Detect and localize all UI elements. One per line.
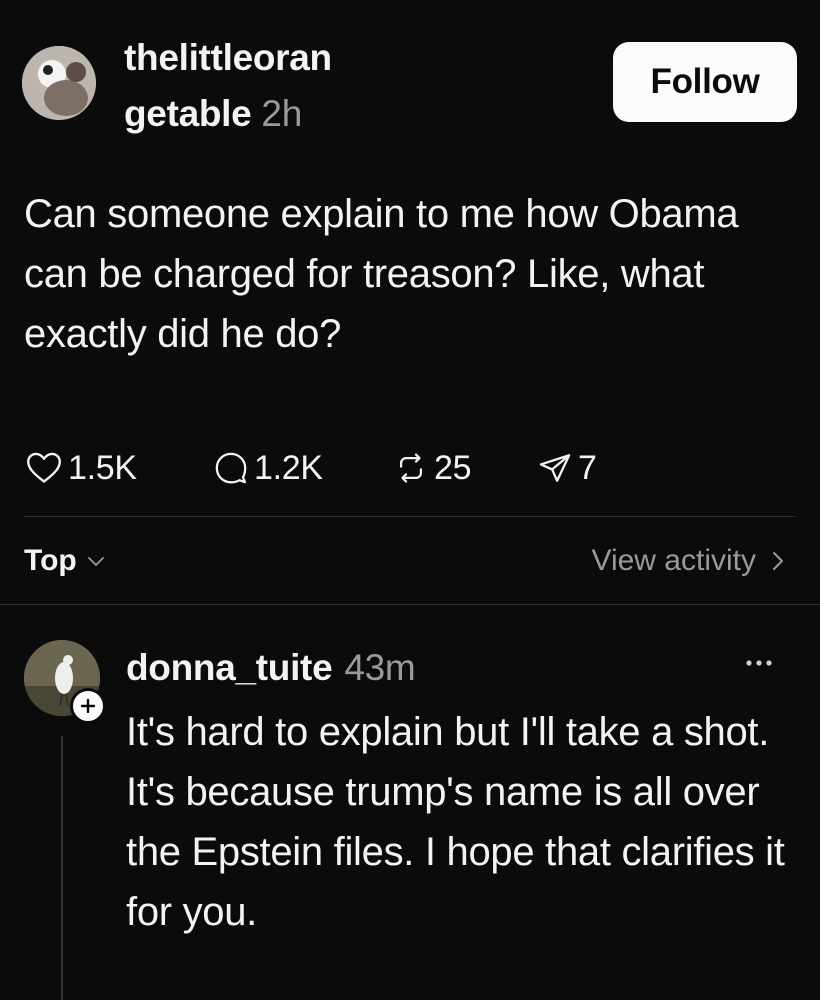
comment-count: 1.2K <box>254 448 323 487</box>
view-activity-label: View activity <box>591 544 756 577</box>
share-button[interactable]: 7 <box>538 438 597 498</box>
post-time: 2h <box>261 93 302 134</box>
follow-button[interactable]: Follow <box>613 42 797 122</box>
author-username[interactable]: thelittleoran getable 2h <box>124 30 454 142</box>
divider-actions <box>24 516 796 517</box>
plus-icon <box>80 698 96 714</box>
sort-label: Top <box>24 544 77 577</box>
follow-reply-author-button[interactable] <box>70 688 106 724</box>
reply-text: It's hard to explain but I'll take a sho… <box>126 710 785 934</box>
like-button[interactable]: 1.5K <box>26 438 137 498</box>
comment-icon <box>215 452 247 484</box>
divider-replies <box>0 604 820 605</box>
thread-line <box>61 736 63 1000</box>
heart-icon <box>27 452 61 483</box>
sort-dropdown[interactable]: Top <box>24 538 105 584</box>
author-username-line1: thelittleoran <box>124 37 332 78</box>
reply-header: donna_tuite 43m <box>126 640 416 696</box>
like-count: 1.5K <box>68 448 137 487</box>
more-button[interactable] <box>746 654 772 672</box>
author-username-line2: getable <box>124 93 252 134</box>
repost-count: 25 <box>434 448 472 487</box>
post-text: Can someone explain to me how Obama can … <box>24 192 739 356</box>
repost-button[interactable]: 25 <box>394 438 472 498</box>
chevron-down-icon <box>87 557 104 566</box>
share-count: 7 <box>578 448 597 487</box>
repost-icon <box>399 453 423 483</box>
share-icon <box>539 454 571 482</box>
reply-time: 43m <box>344 647 416 688</box>
comment-button[interactable]: 1.2K <box>214 438 323 498</box>
author-avatar[interactable] <box>22 46 96 120</box>
reply-username[interactable]: donna_tuite <box>126 647 333 689</box>
view-activity-link[interactable]: View activity <box>591 538 784 584</box>
chevron-right-icon <box>773 552 783 570</box>
more-icon <box>746 660 772 666</box>
